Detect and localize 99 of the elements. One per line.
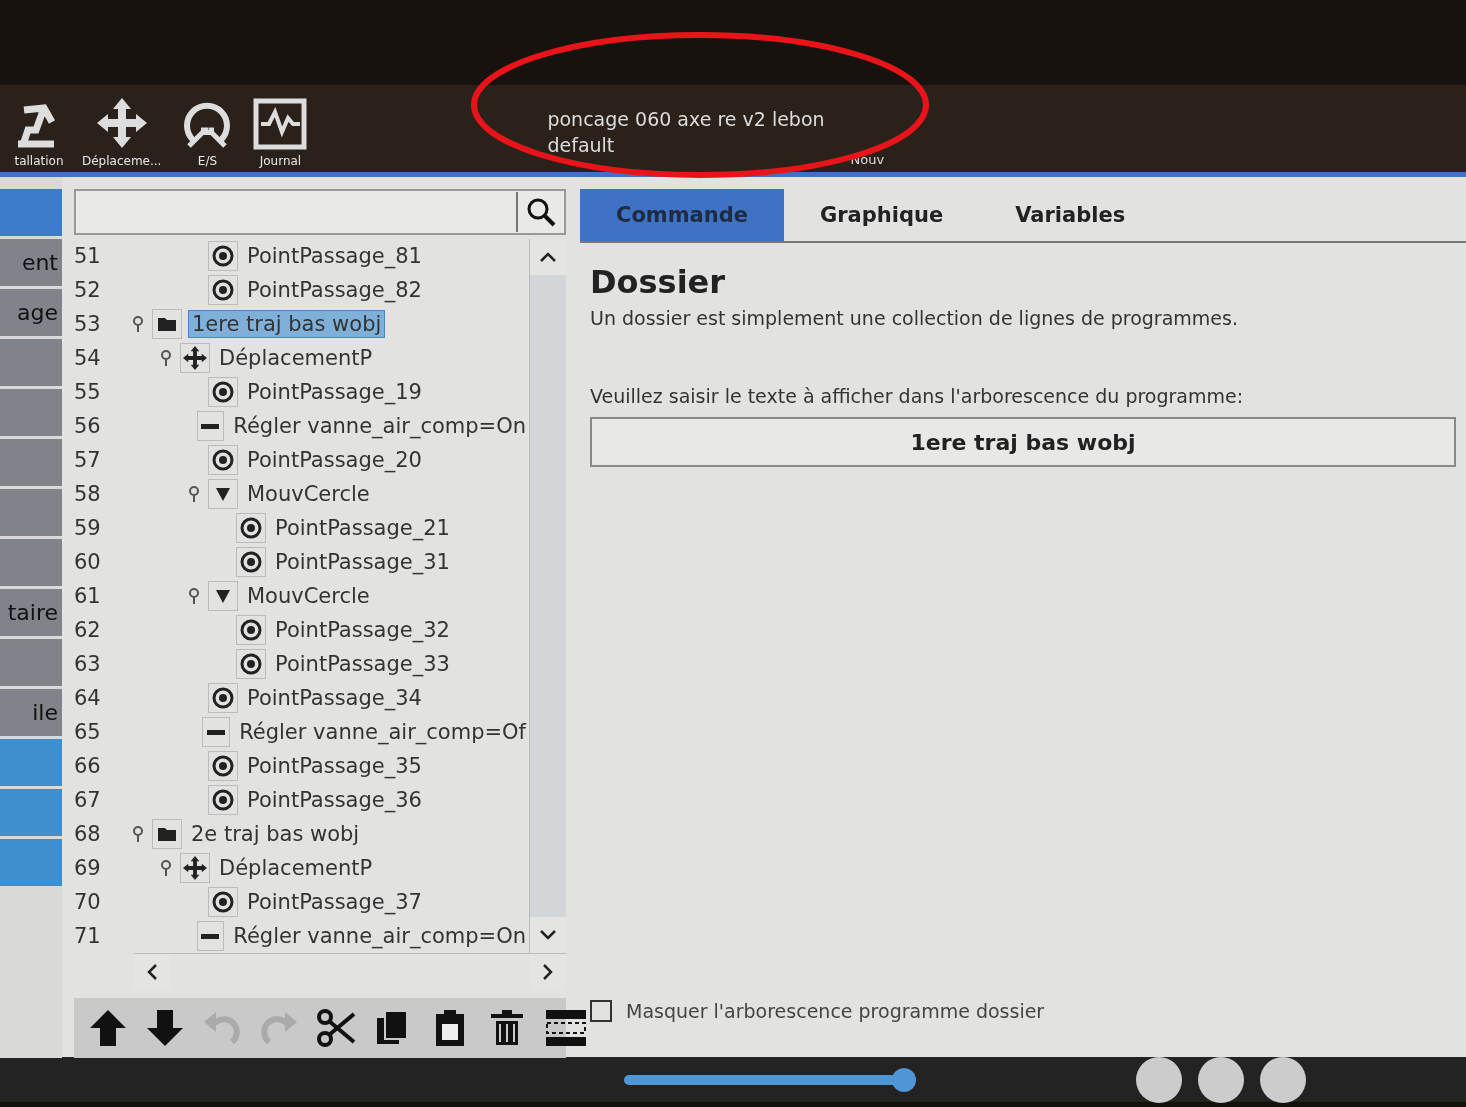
waypoint-icon [211, 448, 235, 472]
waypoint-icon [211, 380, 235, 404]
checkbox[interactable] [590, 1000, 612, 1022]
waypoint-icon [211, 686, 235, 710]
checkbox-label: Masquer l'arborescence programme dossier [626, 1000, 1045, 1022]
chevron-left-icon [146, 963, 158, 981]
chevron-right-icon [542, 963, 554, 981]
chevron-up-icon [539, 251, 557, 263]
line-number: 60 [74, 550, 102, 574]
line-number: 64 [74, 686, 102, 710]
scroll-down-button[interactable] [530, 917, 566, 953]
play-button[interactable] [1136, 1056, 1182, 1103]
arrow-down-icon[interactable] [145, 1008, 185, 1048]
tab[interactable]: Variables [979, 189, 1162, 241]
description-text: Un dossier est simplement une collection de lignes de programmes. [590, 307, 1239, 329]
suppress-lines-icon[interactable] [544, 1008, 588, 1048]
tree-node[interactable]: PointPassage_35 [244, 753, 425, 779]
tree-node[interactable]: Régler vanne_air_comp=On [230, 413, 529, 439]
minus-icon [201, 423, 220, 429]
toolbar-tab[interactable]: E/S [179, 100, 236, 168]
pin-icon [160, 859, 172, 877]
chevron-down-icon [539, 929, 557, 941]
stop-button[interactable] [1260, 1056, 1306, 1103]
pin-icon [160, 349, 172, 367]
pin-icon [188, 485, 200, 503]
chart-icon [253, 98, 308, 150]
line-number: 53 [74, 312, 102, 336]
installation-name: default [547, 133, 616, 156]
line-number: 54 [74, 346, 102, 370]
tree-node[interactable]: PointPassage_82 [244, 277, 425, 303]
waypoint-icon [239, 652, 263, 676]
tree-node[interactable]: PointPassage_32 [272, 617, 453, 643]
search-field[interactable] [74, 189, 566, 235]
minus-icon [206, 729, 225, 735]
minus-icon [201, 933, 220, 939]
waypoint-icon [239, 516, 263, 540]
line-number: 71 [74, 924, 102, 948]
toolbar-tab[interactable]: Déplaceme... [82, 96, 162, 168]
move-arrows-icon [182, 345, 208, 371]
line-number: 69 [74, 856, 102, 880]
arrow-up-icon[interactable] [88, 1008, 128, 1048]
move-arrows-icon [182, 855, 208, 881]
line-number: 56 [74, 414, 102, 438]
tree-node[interactable]: DéplacementP [216, 855, 376, 881]
line-number: 58 [74, 482, 102, 506]
waypoint-icon [211, 890, 235, 914]
line-number: 52 [74, 278, 102, 302]
waypoint-icon [239, 618, 263, 642]
tree-node[interactable]: PointPassage_19 [244, 379, 425, 405]
line-number: 61 [74, 584, 102, 608]
tree-node[interactable]: MouvCercle [244, 481, 373, 507]
line-number: 63 [74, 652, 102, 676]
tab[interactable]: Graphique [784, 189, 980, 241]
line-number: 66 [74, 754, 102, 778]
waypoint-icon [211, 278, 235, 302]
line-number: 70 [74, 890, 102, 914]
tree-node[interactable]: PointPassage_34 [244, 685, 425, 711]
pin-icon [188, 587, 200, 605]
side-tab[interactable]: ent [0, 239, 62, 286]
tree-node[interactable]: DéplacementP [216, 345, 376, 371]
tree-node[interactable]: Régler vanne_air_comp=Of [236, 719, 529, 745]
waypoint-icon [211, 244, 235, 268]
tree-node[interactable]: 2e traj bas wobj [188, 821, 363, 847]
tree-node[interactable]: PointPassage_31 [272, 549, 453, 575]
side-tab[interactable]: age [0, 289, 62, 336]
line-number: 65 [74, 720, 102, 744]
prompt-text: Veuillez saisir le texte à afficher dans l'arborescence du programme: [590, 385, 1245, 407]
waypoint-icon [239, 550, 263, 574]
line-number: 68 [74, 822, 102, 846]
side-tab[interactable]: ile [0, 689, 62, 736]
toolbar-tab[interactable]: tallation [14, 100, 64, 168]
tree-node[interactable]: Régler vanne_air_comp=On [230, 923, 529, 949]
folder-name-field[interactable]: 1ere traj bas wobj [590, 417, 1456, 467]
tree-node[interactable]: PointPassage_36 [244, 787, 425, 813]
line-number: 67 [74, 788, 102, 812]
tree-node[interactable]: PointPassage_81 [244, 243, 425, 269]
tree-node[interactable]: MouvCercle [244, 583, 373, 609]
search-icon [526, 197, 556, 227]
line-number: 59 [74, 516, 102, 540]
waypoint-icon [211, 788, 235, 812]
side-tab[interactable]: taire [0, 589, 62, 636]
toolbar-tab[interactable]: Journal [253, 98, 308, 168]
tree-node[interactable]: PointPassage_37 [244, 889, 425, 915]
step-button[interactable] [1198, 1056, 1244, 1103]
tree-node[interactable]: PointPassage_20 [244, 447, 425, 473]
scrollbar[interactable] [529, 239, 566, 953]
tree-node[interactable]: PointPassage_21 [272, 515, 453, 541]
line-number: 55 [74, 380, 102, 404]
line-number: 51 [74, 244, 102, 268]
pin-icon [132, 315, 144, 333]
waypoint-icon [211, 754, 235, 778]
line-number: 62 [74, 618, 102, 642]
pin-icon [132, 825, 144, 843]
panel-title: Dossier [590, 263, 727, 301]
line-number: 57 [74, 448, 102, 472]
tree-node[interactable]: 1ere traj bas wobj [188, 310, 386, 338]
program-name: poncage 060 axe re v2 lebon [547, 107, 825, 130]
scissors-icon[interactable] [316, 1008, 356, 1048]
tree-node[interactable]: PointPassage_33 [272, 651, 453, 677]
